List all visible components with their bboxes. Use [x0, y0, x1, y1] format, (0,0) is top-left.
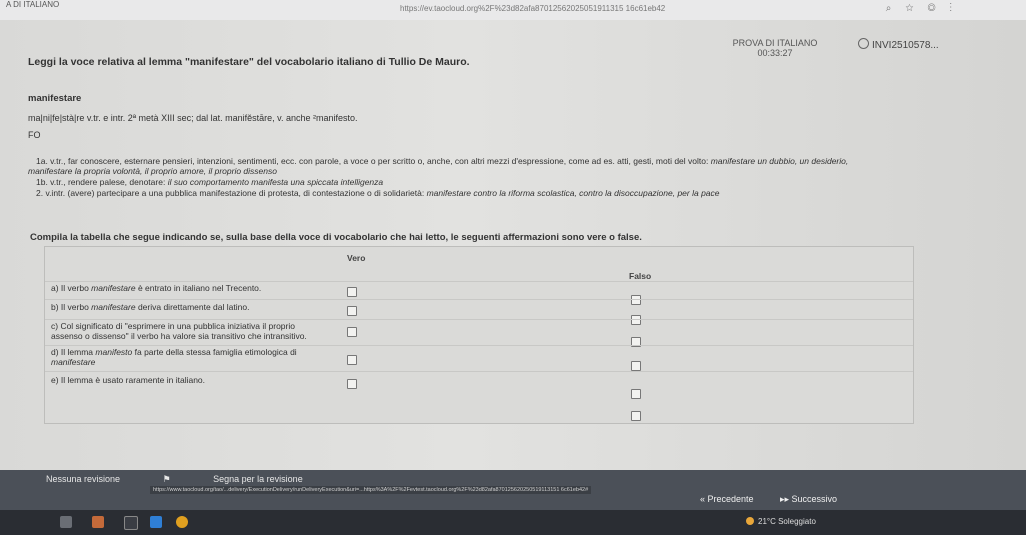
definition-1a-text: 1a. v.tr., far conoscere, esternare pens…	[36, 156, 711, 166]
chrome-icon[interactable]	[176, 516, 188, 528]
search-icon[interactable]: ⌕	[886, 3, 906, 14]
sun-icon	[746, 517, 754, 525]
checkbox-b-true[interactable]	[347, 306, 357, 316]
definition-2-text: 2. v.intr. (avere) partecipare a una pub…	[36, 188, 427, 198]
previous-button[interactable]: « Precedente	[700, 494, 754, 504]
statement-b: b) Il verbo manifestare deriva direttame…	[51, 302, 321, 312]
statement-d-text: d) Il lemma	[51, 347, 96, 357]
user-icon	[858, 38, 869, 49]
task-instruction: Compila la tabella che segue indicando s…	[30, 232, 642, 243]
checkbox-e-true[interactable]	[347, 379, 357, 389]
definition-2: 2. v.intr. (avere) partecipare a una pub…	[36, 188, 720, 198]
test-navigation-bar: Nessuna revisione ⚑ Segna per la revisio…	[0, 470, 1026, 510]
row-divider	[45, 319, 913, 320]
link-status-url: https://www.taocloud.org/tao/...delivery…	[150, 486, 592, 494]
browser-toolbar: A DI ITALIANO https://ev.taocloud.org%2F…	[0, 0, 1026, 21]
statement-c: c) Col significato di "esprimere in una …	[51, 321, 321, 341]
mark-for-review-label: Segna per la revisione	[213, 474, 303, 484]
statement-d-line2: manifestare	[51, 357, 96, 367]
task-view-icon[interactable]	[124, 516, 138, 530]
row-divider	[45, 281, 913, 282]
checkbox-extra[interactable]	[631, 411, 641, 421]
user-id[interactable]: INVI2510578...	[858, 38, 939, 51]
next-button[interactable]: ▸▸ Successivo	[780, 494, 837, 505]
statement-b-text: b) Il verbo	[51, 302, 92, 312]
statement-b-text-end: deriva direttamente dal latino.	[135, 302, 250, 312]
statement-d: d) Il lemma manifesto fa parte della ste…	[51, 347, 321, 367]
checkbox-a-false[interactable]	[631, 295, 641, 305]
weather-label: 21°C Soleggiato	[758, 517, 816, 526]
weather-widget[interactable]: 21°C Soleggiato	[746, 517, 816, 526]
reading-instruction: Leggi la voce relativa al lemma "manifes…	[28, 56, 470, 68]
definition-2-example: manifestare contro la riforma scolastica…	[426, 188, 720, 198]
flag-icon: ⚑	[162, 474, 174, 484]
skip-forward-icon: ▸▸	[780, 494, 792, 504]
row-divider	[45, 299, 913, 300]
definition-1b: 1b. v.tr., rendere palese, denotare: il …	[36, 177, 383, 187]
row-divider	[45, 345, 913, 346]
statement-d-emphasis: manifesto	[95, 347, 133, 357]
usage-mark: FO	[28, 130, 41, 140]
windows-start-icon[interactable]	[60, 516, 72, 528]
browser-icons: ⌕☆◎⋮	[886, 3, 966, 14]
menu-icon[interactable]: ⋮	[950, 3, 967, 14]
next-label: Successivo	[791, 494, 838, 504]
definition-1a-continued-text: manifestare la propria volontà, il propr…	[28, 166, 277, 176]
definition-1a: 1a. v.tr., far conoscere, esternare pens…	[36, 156, 848, 166]
statement-e: e) Il lemma è usato raramente in italian…	[51, 375, 321, 385]
extension-icon[interactable]: ◎	[928, 3, 950, 14]
statement-e-text: e) Il lemma è usato raramente in italian…	[51, 375, 206, 385]
address-bar[interactable]: https://ev.taocloud.org%2F%23d82afa87012…	[400, 4, 665, 13]
statement-b-emphasis: manifestare	[91, 302, 136, 312]
star-icon[interactable]: ☆	[905, 3, 927, 14]
double-chevron-left-icon: «	[700, 494, 708, 504]
statement-c-line2: assenso o dissenso" il verbo ha valore s…	[51, 331, 307, 341]
definition-1a-example: manifestare un dubbio, un desiderio,	[710, 156, 849, 166]
header-false: Falso	[629, 271, 652, 281]
checkbox-b-false[interactable]	[631, 315, 641, 325]
mark-for-review[interactable]: ⚑ Segna per la revisione	[163, 474, 343, 484]
checkbox-d-true[interactable]	[347, 355, 357, 365]
checkbox-d-false[interactable]	[631, 361, 641, 371]
lemma-syllabification: ma|ni|fe|stà|re v.tr. e intr. 2ª metà XI…	[28, 113, 358, 123]
review-status[interactable]: Nessuna revisione	[46, 474, 120, 484]
checkbox-a-true[interactable]	[347, 287, 357, 297]
checkbox-e-false[interactable]	[631, 389, 641, 399]
user-id-label: INVI2510578...	[872, 40, 939, 51]
previous-label: Precedente	[707, 494, 754, 504]
tab-title[interactable]: A DI ITALIANO	[6, 0, 59, 9]
true-false-table: Vero Falso a) Il verbo manifestare è ent…	[44, 246, 914, 424]
statement-a-text: a) Il verbo	[51, 283, 92, 293]
definition-1a-continued: manifestare la propria volontà, il propr…	[28, 166, 277, 176]
mail-icon[interactable]	[150, 516, 162, 528]
definition-1b-text: 1b. v.tr., rendere palese, denotare:	[36, 177, 168, 187]
review-controls: Nessuna revisione ⚑ Segna per la revisio…	[46, 474, 383, 485]
photo-app-icon[interactable]	[92, 516, 104, 528]
lemma-heading: manifestare	[28, 93, 82, 104]
row-divider	[45, 371, 913, 372]
statement-d-text-end: fa parte della stessa famiglia etimologi…	[132, 347, 297, 357]
statement-a-emphasis: manifestare	[91, 283, 136, 293]
checkbox-c-true[interactable]	[347, 327, 357, 337]
definition-1b-example: il suo comportamento manifesta una spicc…	[167, 177, 384, 187]
header-true: Vero	[347, 253, 366, 263]
os-taskbar: 21°C Soleggiato	[0, 510, 1026, 535]
statement-a-text-end: è entrato in italiano nel Trecento.	[135, 283, 262, 293]
statement-c-line1: c) Col significato di "esprimere in una …	[51, 321, 295, 331]
exam-title: PROVA DI ITALIANO	[732, 38, 818, 48]
exam-page: PROVA DI ITALIANO 00:33:27 INVI2510578..…	[0, 20, 1026, 470]
statement-a: a) Il verbo manifestare è entrato in ita…	[51, 283, 321, 293]
exam-header: PROVA DI ITALIANO 00:33:27	[720, 38, 830, 58]
exam-timer: 00:33:27	[757, 48, 793, 58]
